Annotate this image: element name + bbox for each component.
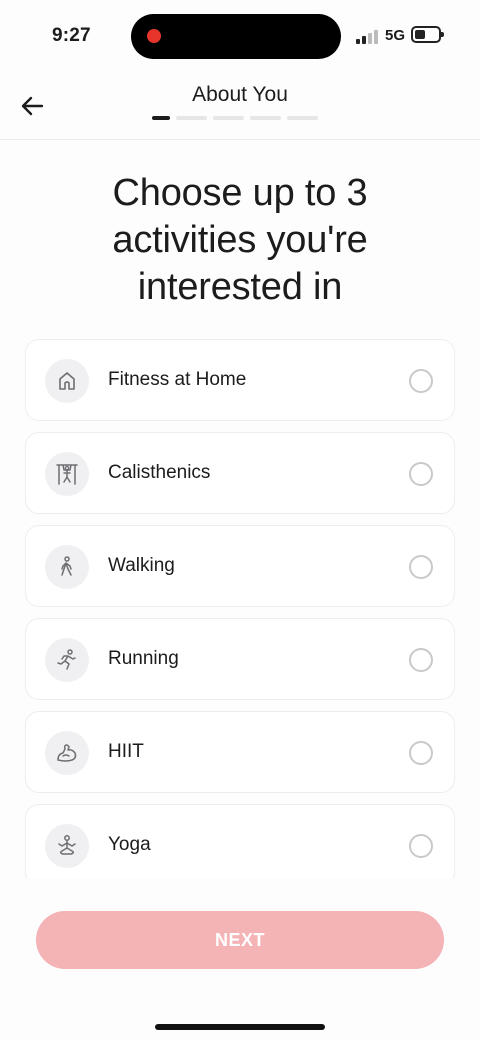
activity-radio[interactable] — [409, 462, 433, 486]
activity-option-running[interactable]: Running — [25, 618, 455, 700]
progress-step — [287, 116, 318, 120]
cellular-signal-icon — [356, 30, 380, 44]
activity-radio[interactable] — [409, 741, 433, 765]
progress-step — [176, 116, 207, 120]
activity-option-hiit[interactable]: HIIT — [25, 711, 455, 793]
question-heading: Choose up to 3 activities you're interes… — [112, 172, 368, 308]
activity-label: Running — [108, 648, 179, 669]
progress-step — [250, 116, 281, 120]
yoga-icon — [45, 824, 89, 868]
network-type: 5G — [385, 27, 406, 44]
step-progress-indicator — [152, 116, 318, 120]
activity-radio[interactable] — [409, 648, 433, 672]
recording-indicator-icon — [147, 29, 161, 43]
flexed-arm-icon — [45, 731, 89, 775]
activity-label: Yoga — [108, 834, 151, 855]
next-button[interactable]: NEXT — [36, 911, 444, 969]
status-time: 9:27 — [52, 25, 91, 46]
activity-radio[interactable] — [409, 369, 433, 393]
dynamic-island — [131, 14, 341, 59]
header: About You — [0, 72, 480, 140]
activity-label: Calisthenics — [108, 462, 211, 483]
activity-list[interactable]: Fitness at Home Calisthenics Walking Run… — [25, 339, 455, 880]
activity-label: Walking — [108, 555, 175, 576]
list-bottom-fade — [0, 878, 480, 908]
activity-radio[interactable] — [409, 555, 433, 579]
activity-option-calisthenics[interactable]: Calisthenics — [25, 432, 455, 514]
activity-radio[interactable] — [409, 834, 433, 858]
status-bar: 9:27 5G — [0, 0, 480, 72]
activity-option-fitness-at-home[interactable]: Fitness at Home — [25, 339, 455, 421]
activity-option-yoga[interactable]: Yoga — [25, 804, 455, 880]
calisthenics-icon — [45, 452, 89, 496]
running-icon — [45, 638, 89, 682]
progress-step — [213, 116, 244, 120]
walking-icon — [45, 545, 89, 589]
battery-icon — [411, 26, 444, 43]
page-title: About You — [192, 83, 288, 106]
progress-step-active — [152, 116, 170, 120]
house-icon — [45, 359, 89, 403]
home-indicator — [155, 1024, 325, 1030]
activity-label: Fitness at Home — [108, 369, 247, 390]
activity-option-walking[interactable]: Walking — [25, 525, 455, 607]
activity-label: HIIT — [108, 741, 144, 762]
